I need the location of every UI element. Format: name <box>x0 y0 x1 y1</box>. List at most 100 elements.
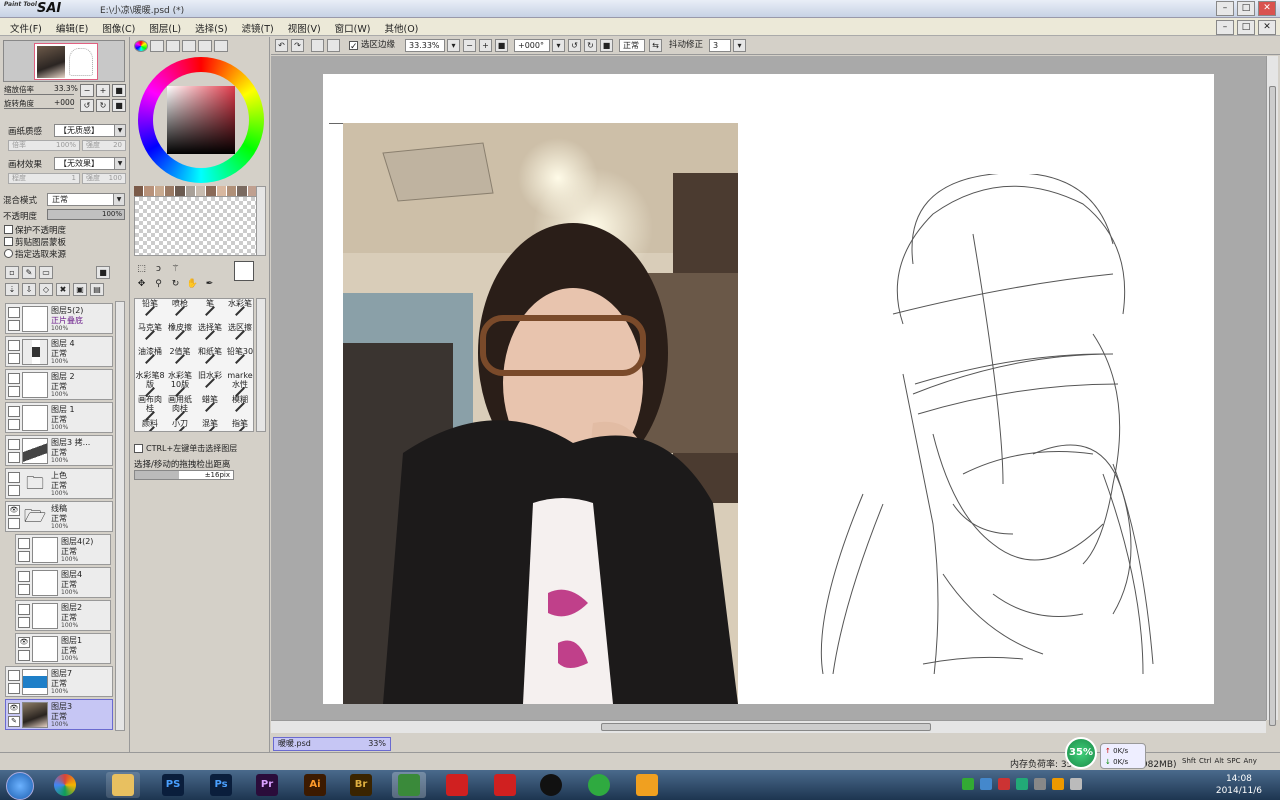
clear-layer-icon[interactable]: ◇ <box>39 283 53 296</box>
lock-toggle[interactable] <box>8 485 20 496</box>
brush-tool[interactable]: marke水性 <box>225 371 253 397</box>
select-source-radio[interactable] <box>4 249 13 258</box>
layer-item[interactable]: 图层4(2) 正常 100% <box>15 534 111 565</box>
bridge-icon[interactable]: Br <box>344 772 378 798</box>
selection-edge-checkbox[interactable]: ✓ <box>349 41 358 52</box>
navigator[interactable] <box>3 40 125 82</box>
close-button[interactable]: ✕ <box>1258 1 1276 16</box>
visibility-toggle[interactable] <box>8 340 20 351</box>
shield-icon[interactable] <box>1016 778 1028 790</box>
merge-down-icon[interactable]: ⇩ <box>22 283 36 296</box>
scroll-thumb[interactable] <box>1269 86 1276 726</box>
eye-icon[interactable]: 👁 <box>18 637 30 648</box>
paper-texture-select[interactable]: 【无质感】 ▼ <box>54 124 126 137</box>
canvas-area[interactable] <box>271 56 1266 720</box>
layer-folder[interactable]: 👁 🗁 线稿 正常 100% <box>5 501 113 532</box>
brush-tool[interactable]: 混笔 <box>195 419 225 431</box>
brush-tool[interactable]: 油漆桶 <box>135 347 165 371</box>
color-mix-tab[interactable] <box>182 40 196 52</box>
menu-select[interactable]: 选择(S) <box>191 18 237 35</box>
hsv-slider-tab[interactable] <box>166 40 180 52</box>
rotate-cw-icon[interactable]: ↻ <box>584 39 597 52</box>
apply-mask-icon[interactable]: ▣ <box>73 283 87 296</box>
rotate-reset-button[interactable]: ■ <box>112 99 126 112</box>
visibility-toggle[interactable] <box>18 604 30 615</box>
clip-group-checkbox[interactable] <box>4 237 13 246</box>
canvas-vertical-scrollbar[interactable] <box>1266 56 1278 726</box>
qq-icon[interactable] <box>534 772 568 798</box>
brush-tool[interactable]: 水彩笔 <box>225 299 253 323</box>
paper-effect-select[interactable]: 【无效果】 ▼ <box>54 157 126 170</box>
paper-strength-field[interactable]: 强度 20 <box>82 140 126 151</box>
brush-tool[interactable]: 小刀 <box>165 419 195 431</box>
new-folder-icon[interactable]: ▭ <box>39 266 53 279</box>
color-wheel-tab[interactable] <box>134 40 148 52</box>
protect-opacity-checkbox[interactable] <box>4 225 13 234</box>
layer-item[interactable]: 图层2 正常 100% <box>15 600 111 631</box>
zoom-in-icon[interactable]: + <box>479 39 492 52</box>
hand-icon[interactable]: ✋ <box>185 278 200 291</box>
lock-toggle[interactable] <box>8 683 20 694</box>
brush-tool[interactable]: 水彩笔10版 <box>165 371 195 397</box>
lock-toggle[interactable] <box>18 617 30 628</box>
rotation-dropdown-icon[interactable]: ▾ <box>552 39 565 52</box>
premiere-icon[interactable]: Pr <box>250 772 284 798</box>
brush-scrollbar[interactable] <box>256 298 266 432</box>
brush-tool[interactable]: 旧水彩 <box>195 371 225 395</box>
brush-tool[interactable]: 马克笔 <box>135 323 165 347</box>
layer-item[interactable]: 图层4 正常 100% <box>15 567 111 598</box>
delete-layer-icon[interactable]: ✖ <box>56 283 70 296</box>
swatch-palette[interactable] <box>134 186 258 196</box>
doc-restore-button[interactable]: □ <box>1237 20 1255 35</box>
scroll-thumb[interactable] <box>601 723 931 731</box>
move-icon[interactable]: ✥ <box>134 278 149 291</box>
brush-tool[interactable]: 模糊 <box>225 395 253 419</box>
photoshop-icon[interactable]: PS <box>156 772 190 798</box>
move-distance-slider[interactable]: ±16pix <box>134 470 234 480</box>
network-monitor-badge[interactable]: 35% <box>1065 737 1097 769</box>
blend-mode-select[interactable]: 正常 ▼ <box>47 193 125 206</box>
layer-item[interactable]: 图层5(2) 正片叠底 100% <box>5 303 113 334</box>
network-icon[interactable] <box>1034 778 1046 790</box>
zoom-icon[interactable]: ⚲ <box>151 278 166 291</box>
new-linework-layer-icon[interactable]: ✎ <box>22 266 36 279</box>
zoom-out-icon[interactable]: − <box>463 39 476 52</box>
visibility-toggle[interactable] <box>8 472 20 483</box>
layer-mask-icon[interactable]: ▤ <box>90 283 104 296</box>
rotate-right-button[interactable]: ↻ <box>96 99 110 112</box>
brush-tool[interactable]: 颜料 <box>135 419 165 431</box>
rect-select-icon[interactable]: ⬚ <box>134 263 149 276</box>
brush-tool[interactable]: 画布肉桂 <box>135 395 165 421</box>
scratchpad[interactable] <box>134 196 258 256</box>
minimize-button[interactable]: – <box>1216 1 1234 16</box>
undo-icon[interactable]: ↶ <box>275 39 288 52</box>
layer-item-selected[interactable]: 👁 ✎ 图层3 正常 100% <box>5 699 113 730</box>
lock-toggle[interactable] <box>8 452 20 463</box>
menu-filter[interactable]: 滤镜(T) <box>238 18 284 35</box>
visibility-toggle[interactable] <box>18 571 30 582</box>
color-wheel[interactable] <box>138 57 264 183</box>
clock[interactable]: 14:08 2014/11/6 <box>1216 773 1262 797</box>
view-mode-field[interactable]: 正常 <box>619 39 645 52</box>
zoom-slider[interactable] <box>4 94 74 95</box>
lock-toggle[interactable] <box>18 584 30 595</box>
flip-icon[interactable]: ⇆ <box>649 39 662 52</box>
opacity-slider[interactable]: 100% <box>47 209 125 220</box>
refresh-app-icon[interactable] <box>582 772 616 798</box>
layer-item[interactable]: 图层3 拷... 正常 100% <box>5 435 113 466</box>
start-button[interactable] <box>6 772 34 800</box>
transfer-down-icon[interactable]: ⇣ <box>5 283 19 296</box>
brush-tool[interactable]: 和纸笔 <box>195 347 225 371</box>
flag-icon[interactable] <box>1070 778 1082 790</box>
lock-toggle[interactable] <box>8 419 20 430</box>
sketchup-alt-icon[interactable] <box>488 772 522 798</box>
maximize-button[interactable]: □ <box>1237 1 1255 16</box>
zoom-field[interactable]: 33.33% <box>405 39 445 52</box>
zoom-reset-button[interactable]: ■ <box>112 84 126 97</box>
lock-toggle[interactable] <box>18 650 30 661</box>
layer-item[interactable]: 图层 1 正常 100% <box>5 402 113 433</box>
zoom-out-button[interactable]: − <box>80 84 94 97</box>
brush-tool[interactable]: 铅笔30 <box>225 347 253 371</box>
visibility-toggle[interactable] <box>8 670 20 681</box>
stabilizer-field[interactable]: 3 <box>709 39 731 52</box>
